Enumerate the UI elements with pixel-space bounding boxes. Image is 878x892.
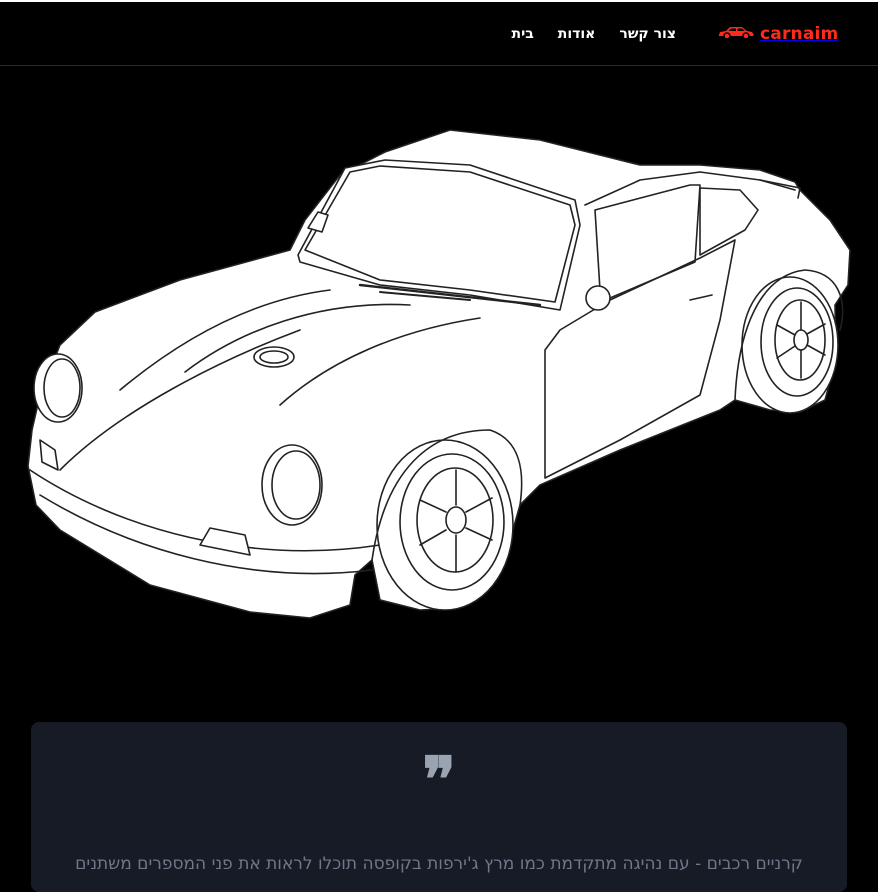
brand-name: carnaim [760, 24, 839, 44]
brand-logo[interactable]: carnaim [717, 22, 838, 46]
testimonial-card: ❞ קרניים רכבים - עם נהיגה מתקדמת כמו מרץ… [31, 722, 847, 892]
nav-link-contact[interactable]: צור קשר [619, 24, 676, 44]
hero-car-illustration [0, 66, 878, 706]
car-icon [717, 24, 755, 44]
nav-link-about[interactable]: אודות [558, 24, 596, 44]
testimonial-text: קרניים רכבים - עם נהיגה מתקדמת כמו מרץ ג… [75, 854, 803, 874]
quote-mark-icon: ❞ [422, 743, 456, 816]
nav-link-home[interactable]: בית [512, 24, 534, 44]
top-navbar: בית אודות צור קשר carnaim [0, 2, 878, 66]
nav-links: בית אודות צור קשר [512, 24, 676, 44]
